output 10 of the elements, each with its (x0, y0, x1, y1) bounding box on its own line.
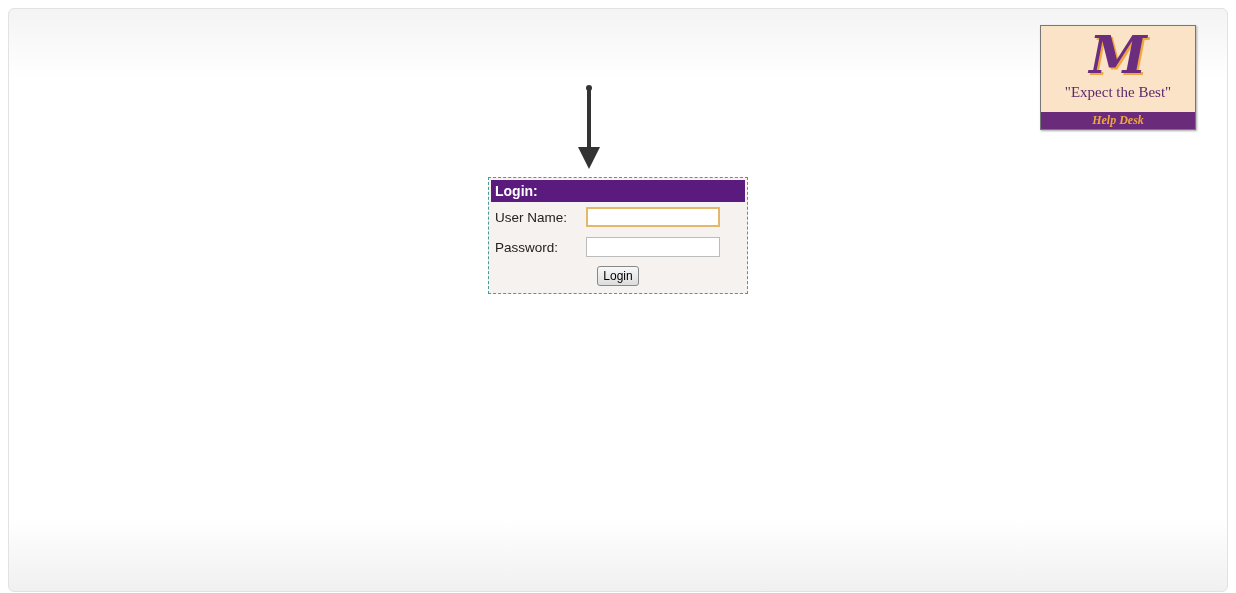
field-label: User Name: (495, 209, 568, 225)
field-label: Password: (495, 239, 560, 255)
login-title: Login: (491, 180, 745, 202)
logo-monogram: M (1089, 26, 1147, 84)
logo-caption: Help Desk (1041, 112, 1195, 129)
arrow-icon (577, 85, 603, 171)
input-field[interactable] (586, 207, 720, 227)
input-field[interactable] (586, 237, 720, 257)
logo-tagline: "Expect the Best" (1064, 84, 1172, 100)
login-button[interactable]: Login (597, 266, 639, 286)
